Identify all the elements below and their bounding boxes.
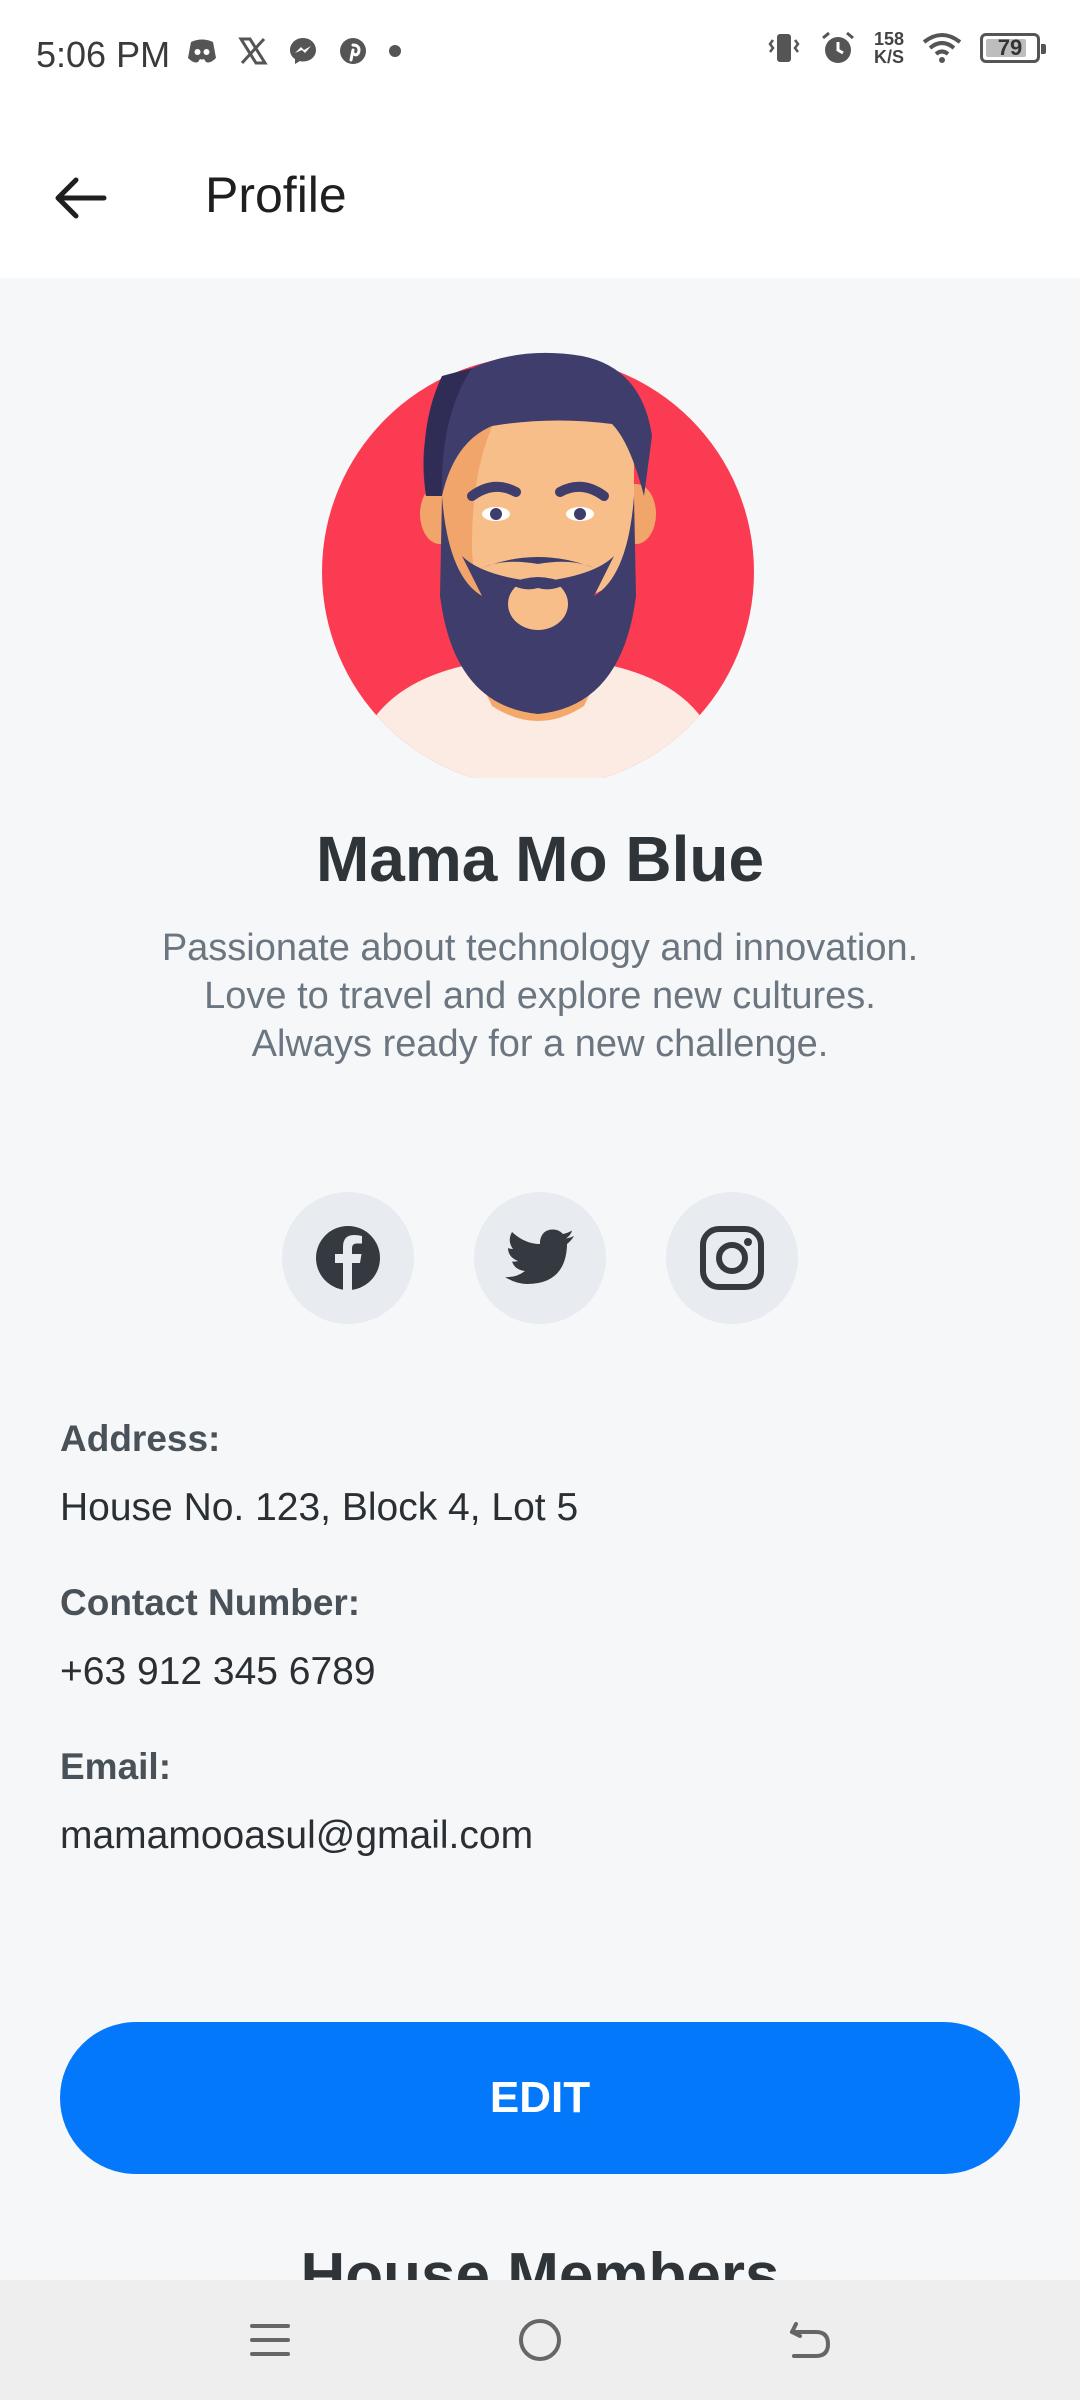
status-time: 5:06 PM [36,34,171,75]
status-right-icons: 158 K/S 79 [766,29,1046,67]
back-icon [790,2322,831,2358]
network-speed: 158 K/S [873,29,904,67]
email-label: Email: [60,1746,172,1787]
instagram-icon [700,1226,764,1290]
bio-line: Always ready for a new challenge. [251,1023,829,1065]
page-title: Profile [205,167,347,223]
avatar [322,352,754,778]
email-value: mamamooasul@gmail.com [60,1814,534,1857]
bio-line: Passionate about technology and innovati… [161,927,919,969]
pinterest-icon [340,38,366,64]
edit-button[interactable]: EDIT [60,2022,1020,2174]
back-button[interactable] [40,158,120,238]
contact-section: Contact Number: +63 912 345 6789 [60,1582,1020,1694]
facebook-button[interactable] [282,1192,414,1324]
address-value: House No. 123, Block 4, Lot 5 [60,1486,579,1529]
battery-indicator: 79 [980,33,1046,63]
contact-info: Address: House No. 123, Block 4, Lot 5 C… [60,1418,1020,1910]
contact-number-label: Contact Number: [60,1582,361,1623]
profile-name: Mama Mo Blue [315,823,765,895]
home-button[interactable] [500,2304,580,2376]
messenger-icon [290,38,316,64]
notification-icons [186,36,402,66]
email-section: Email: mamamooasul@gmail.com [60,1746,1020,1858]
discord-icon [188,39,216,63]
twitter-button[interactable] [474,1192,606,1324]
recents-button[interactable] [230,2304,310,2376]
social-links [282,1192,798,1324]
profile-bio: Passionate about technology and innovati… [60,924,1020,1068]
wifi-icon [922,33,962,63]
address-label: Address: [60,1418,221,1459]
address-section: Address: House No. 123, Block 4, Lot 5 [60,1418,1020,1530]
facebook-icon [316,1226,380,1291]
arrow-left-icon [55,177,107,219]
system-nav-bar [0,2280,1080,2400]
app-bar: Profile [0,108,1080,278]
vibrate-icon [768,34,800,62]
twitter-icon [505,1229,574,1284]
menu-icon [250,2324,290,2356]
x-icon [238,37,268,65]
home-icon [519,2319,561,2361]
instagram-button[interactable] [666,1192,798,1324]
bio-line: Love to travel and explore new cultures. [204,975,876,1017]
dot-icon [389,45,401,57]
alarm-icon [821,31,854,63]
back-nav-button[interactable] [770,2304,850,2376]
contact-number-value: +63 912 345 6789 [60,1650,376,1693]
status-bar: 5:06 PM 158 K/S 79 [0,0,1080,108]
